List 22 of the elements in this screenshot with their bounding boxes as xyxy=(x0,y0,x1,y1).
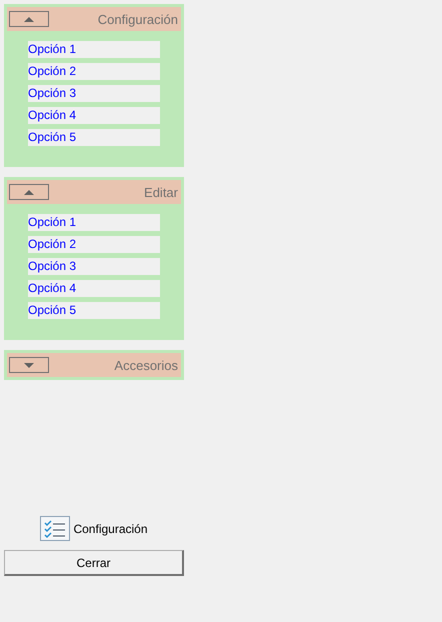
panel-title: Editar xyxy=(144,184,178,200)
toggle-button[interactable] xyxy=(9,184,49,200)
close-button[interactable]: Cerrar xyxy=(4,550,184,576)
toggle-button[interactable] xyxy=(9,357,49,373)
option-item[interactable]: Opción 3 xyxy=(28,258,160,275)
option-item[interactable]: Opción 2 xyxy=(28,236,160,253)
option-item[interactable]: Opción 1 xyxy=(28,214,160,231)
panel-title: Configuración xyxy=(98,12,178,26)
option-item[interactable]: Opción 4 xyxy=(28,107,160,124)
option-item[interactable]: Opción 1 xyxy=(28,41,160,58)
collapse-arrow-icon xyxy=(24,16,34,22)
checklist-icon xyxy=(40,516,70,541)
expand-arrow-icon xyxy=(24,362,34,368)
panel-title: Accesorios xyxy=(114,358,178,372)
collapse-arrow-icon xyxy=(24,190,34,194)
option-item[interactable]: Opción 2 xyxy=(28,63,160,80)
option-item[interactable]: Opción 3 xyxy=(28,85,160,102)
footer-label: Configuración xyxy=(73,522,148,536)
option-item[interactable]: Opción 5 xyxy=(28,129,160,146)
toggle-button[interactable] xyxy=(9,11,49,27)
option-item[interactable]: Opción 4 xyxy=(28,280,160,297)
option-item[interactable]: Opción 5 xyxy=(28,302,160,319)
